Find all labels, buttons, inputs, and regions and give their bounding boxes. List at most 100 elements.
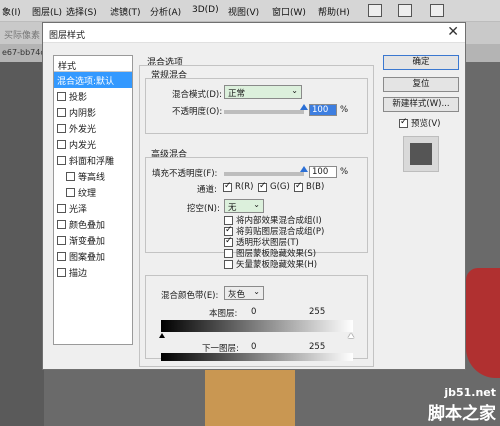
dialog-titlebar[interactable]: 图层样式 ✕ <box>43 23 465 43</box>
opacity-unit: % <box>340 105 349 115</box>
preview-label: 预览(V) <box>411 119 441 129</box>
opacity-input[interactable]: 100 <box>309 104 337 116</box>
menu-help[interactable]: 帮助(H) <box>318 5 350 18</box>
checkbox-box[interactable] <box>57 91 66 101</box>
layer-style-dialog: 图层样式 ✕ 样式 混合选项:默认投影 内阴影 外发光 内发光斜面和浮雕 等高线 纹理光泽… <box>42 22 466 370</box>
style-item[interactable]: 等高线 <box>54 168 132 184</box>
checkbox-box[interactable] <box>57 235 66 245</box>
menu-3d[interactable]: 3D(D) <box>192 5 219 15</box>
menu-image[interactable]: 象(I) <box>2 5 21 18</box>
vector-mask-hides-effects-checkbox[interactable]: 矢量蒙板隐藏效果(H) <box>224 258 317 270</box>
menu-filter[interactable]: 滤镜(T) <box>110 5 141 18</box>
channel-r-label: R(R) <box>235 182 254 192</box>
chevron-down-icon: ⌄ <box>253 287 260 296</box>
checkbox-box[interactable] <box>399 117 408 128</box>
this-layer-white-handle[interactable] <box>348 333 354 338</box>
checkbox-box[interactable] <box>223 181 232 192</box>
style-item[interactable]: 外发光 <box>54 120 132 136</box>
watermark-site: 脚本之家 <box>428 404 496 424</box>
style-item-label: 描边 <box>69 268 88 279</box>
close-icon[interactable]: ✕ <box>447 24 459 40</box>
style-item-label: 混合选项:默认 <box>57 76 115 87</box>
channels-label: 通道: <box>197 185 217 195</box>
watermark-url: jb51.net <box>444 386 496 399</box>
new-style-button[interactable]: 新建样式(W)... <box>383 97 459 112</box>
menu-layer[interactable]: 图层(L) <box>32 5 62 18</box>
blend-if-value: 灰色 <box>228 290 246 300</box>
menu-window[interactable]: 窗口(W) <box>272 5 306 18</box>
chevron-down-icon: ⌄ <box>253 200 260 209</box>
checkbox-box[interactable] <box>57 123 66 133</box>
checkbox-box[interactable] <box>57 203 66 213</box>
canvas-image-photo <box>205 370 295 426</box>
checkbox-box[interactable] <box>224 248 233 258</box>
underlying-layer-high-value: 255 <box>309 342 326 352</box>
channel-r-checkbox[interactable]: R(R) <box>223 181 254 192</box>
opacity-slider[interactable] <box>224 104 308 114</box>
checkbox-box[interactable] <box>66 171 75 181</box>
checkbox-box[interactable] <box>57 107 66 117</box>
style-item[interactable]: 光泽 <box>54 200 132 216</box>
style-item-label: 颜色叠加 <box>69 220 106 231</box>
checkbox-box[interactable] <box>66 187 75 197</box>
fill-opacity-input[interactable]: 100 <box>309 166 337 178</box>
blend-if-label: 混合颜色带(E): <box>161 291 219 301</box>
channel-b-checkbox[interactable]: B(B) <box>294 181 325 192</box>
blend-mode-value: 正常 <box>228 89 246 99</box>
this-layer-black-handle[interactable] <box>159 333 165 338</box>
checkbox-box[interactable] <box>294 181 303 192</box>
style-item[interactable]: 渐变叠加 <box>54 232 132 248</box>
checkbox-box[interactable] <box>224 236 233 247</box>
arrange-icon[interactable] <box>430 4 444 17</box>
preview-checkbox[interactable]: 预览(V) <box>399 117 440 129</box>
fill-opacity-label: 填充不透明度(F): <box>152 169 218 179</box>
checkbox-box[interactable] <box>224 259 233 269</box>
opacity-slider-handle[interactable] <box>300 104 308 110</box>
canvas-image-red <box>466 268 500 378</box>
blend-if-select[interactable]: 灰色 ⌄ <box>224 286 264 300</box>
fill-opacity-slider-handle[interactable] <box>300 166 308 172</box>
channel-g-checkbox[interactable]: G(G) <box>258 181 290 192</box>
checkbox-box[interactable] <box>57 155 66 165</box>
style-item-label: 图案叠加 <box>69 252 106 263</box>
checkbox-box[interactable] <box>57 139 66 149</box>
style-item[interactable]: 描边 <box>54 264 132 280</box>
styles-list: 样式 混合选项:默认投影 内阴影 外发光 内发光斜面和浮雕 等高线 纹理光泽颜色叠加 渐变叠… <box>53 55 133 345</box>
channel-b-label: B(B) <box>306 182 325 192</box>
checkbox-box[interactable] <box>57 267 66 277</box>
style-item[interactable]: 混合选项:默认 <box>54 72 132 88</box>
checkbox-box[interactable] <box>57 251 66 261</box>
checkbox-box[interactable] <box>224 215 233 225</box>
style-item-label: 投影 <box>69 92 88 103</box>
styles-list-header[interactable]: 样式 <box>54 56 132 72</box>
fill-opacity-unit: % <box>340 167 349 177</box>
blend-mode-select[interactable]: 正常 ⌄ <box>224 85 302 99</box>
fill-opacity-slider[interactable] <box>224 166 308 176</box>
ok-button[interactable]: 确定 <box>383 55 459 70</box>
style-item[interactable]: 图案叠加 <box>54 248 132 264</box>
knockout-select[interactable]: 无 ⌄ <box>224 199 264 213</box>
vector-mask-hides-effects-label: 矢量蒙板隐藏效果(H) <box>236 260 318 270</box>
style-item[interactable]: 纹理 <box>54 184 132 200</box>
checkbox-box[interactable] <box>258 181 267 192</box>
knockout-label: 挖空(N): <box>187 204 220 214</box>
menu-select[interactable]: 选择(S) <box>66 5 97 18</box>
menu-view[interactable]: 视图(V) <box>228 5 259 18</box>
style-item-label: 斜面和浮雕 <box>69 156 115 167</box>
style-item[interactable]: 内阴影 <box>54 104 132 120</box>
style-item[interactable]: 颜色叠加 <box>54 216 132 232</box>
menu-analysis[interactable]: 分析(A) <box>150 5 181 18</box>
reset-button[interactable]: 复位 <box>383 77 459 92</box>
this-layer-low-value: 0 <box>251 307 257 317</box>
style-item-label: 光泽 <box>69 204 88 215</box>
options-text: 买际像素 <box>4 31 41 41</box>
checkbox-box[interactable] <box>57 219 66 229</box>
bridge-icon[interactable] <box>368 4 382 17</box>
checkbox-box[interactable] <box>224 225 233 236</box>
style-item[interactable]: 斜面和浮雕 <box>54 152 132 168</box>
style-item[interactable]: 内发光 <box>54 136 132 152</box>
blend-options-panel: 混合选项 常规混合 混合模式(D): 正常 ⌄ 不透明度(O): 100 % 高… <box>139 55 374 367</box>
style-preview-swatch <box>403 136 439 172</box>
minibridge-icon[interactable] <box>398 4 412 17</box>
style-item[interactable]: 投影 <box>54 88 132 104</box>
